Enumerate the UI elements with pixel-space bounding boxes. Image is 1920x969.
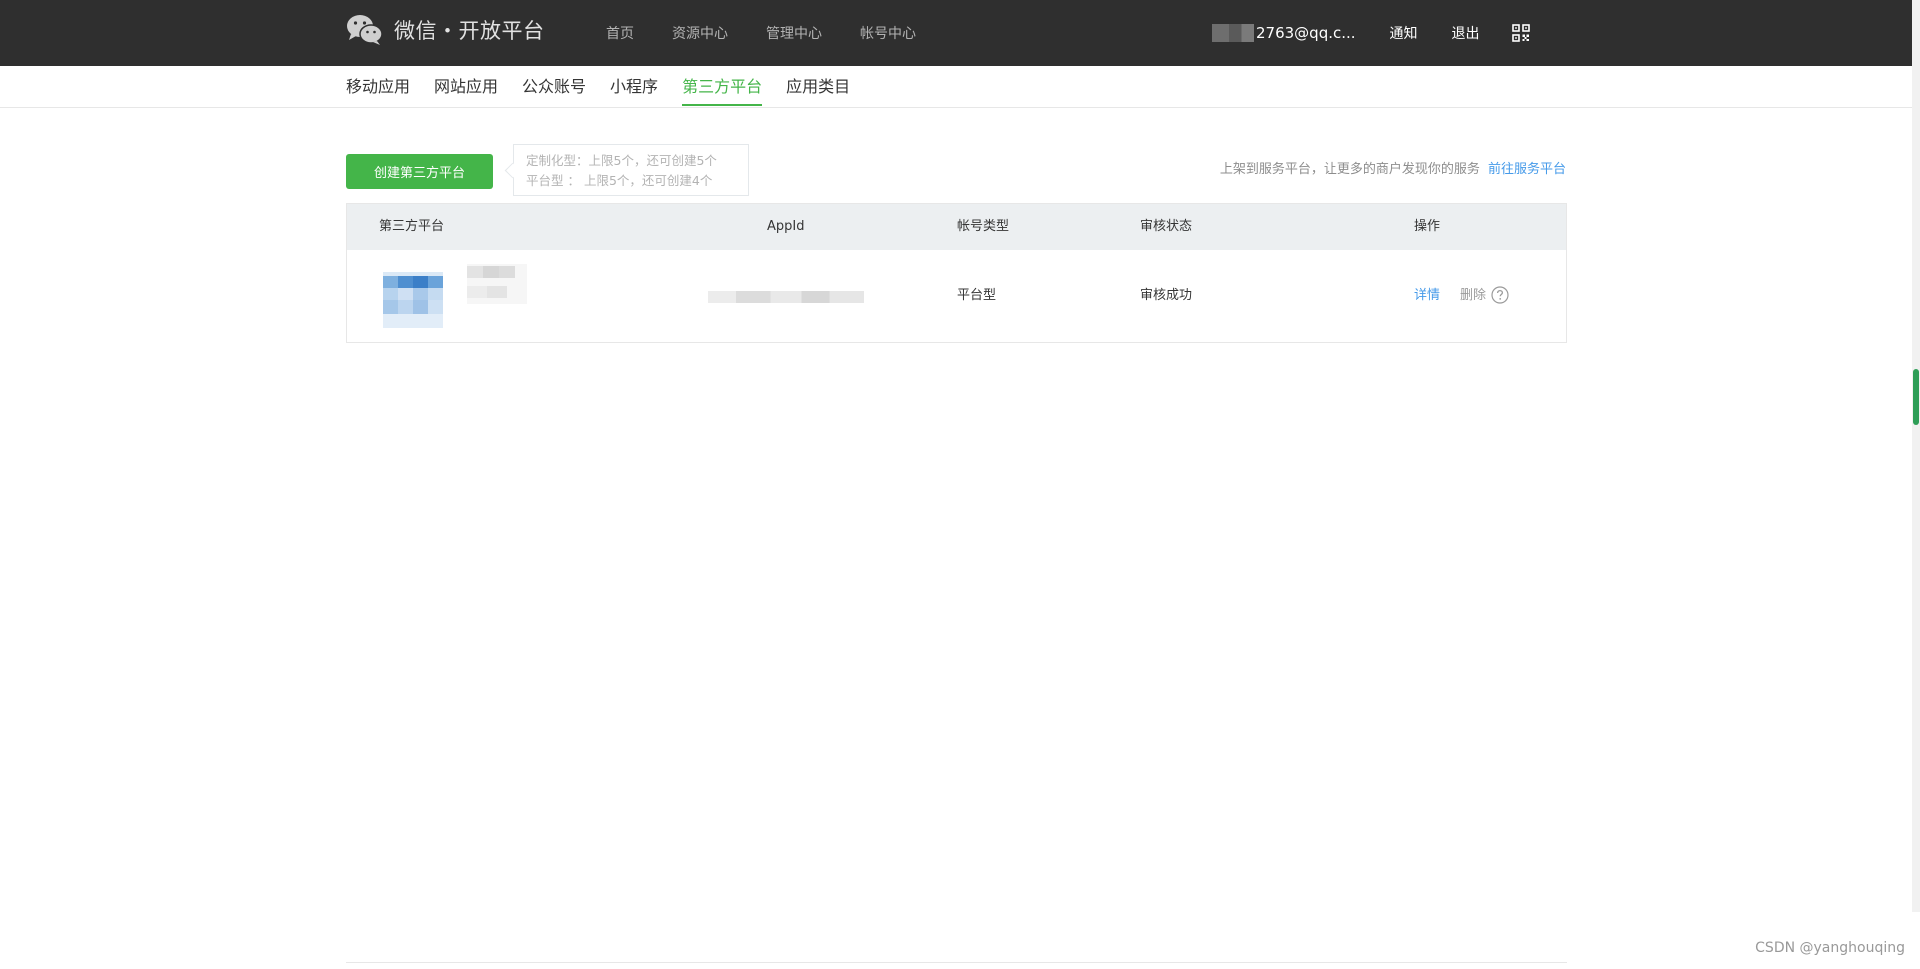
scrollbar-thumb[interactable]: [1913, 369, 1919, 425]
col-actions: 操作: [1414, 219, 1441, 234]
tab-mobile-apps[interactable]: 移动应用: [346, 66, 410, 106]
appid-redacted: [708, 291, 864, 303]
tab-website-apps[interactable]: 网站应用: [434, 66, 498, 106]
platform-table: 第三方平台 AppId 帐号类型 审核状态 操作 平台型 审核成功 详情 删除: [346, 203, 1567, 343]
nav-account-center[interactable]: 帐号中心: [860, 23, 916, 43]
account-area: 2763@qq.c... 通知 退出: [1212, 0, 1530, 66]
quota-custom-text: 定制化型：上限5个，还可创建5个: [526, 153, 717, 168]
quota-platform-text: 平台型 ： 上限5个，还可创建4个: [526, 173, 713, 188]
app-name-redacted: [467, 264, 527, 304]
logo[interactable]: 微信・开放平台: [346, 13, 545, 47]
tab-mini-programs[interactable]: 小程序: [610, 66, 658, 106]
create-third-party-platform-button[interactable]: 创建第三方平台: [346, 154, 493, 189]
nav-home[interactable]: 首页: [606, 23, 634, 43]
help-icon[interactable]: [1491, 286, 1509, 304]
delete-link[interactable]: 删除: [1460, 250, 1486, 342]
service-platform-promo: 上架到服务平台，让更多的商户发现你的服务 前往服务平台: [1220, 158, 1566, 177]
go-service-platform-link[interactable]: 前往服务平台: [1488, 162, 1566, 177]
top-bar: 微信・开放平台 首页 资源中心 管理中心 帐号中心 2763@qq.c... 通…: [0, 0, 1920, 66]
footer-divider: [346, 962, 1567, 963]
logout-link[interactable]: 退出: [1452, 23, 1480, 43]
account-email-text: 2763@qq.c...: [1256, 24, 1356, 42]
nav-resource-center[interactable]: 资源中心: [672, 23, 728, 43]
nav-management-center[interactable]: 管理中心: [766, 23, 822, 43]
table-header: 第三方平台 AppId 帐号类型 审核状态 操作: [347, 204, 1566, 250]
tab-official-accounts[interactable]: 公众账号: [522, 66, 586, 106]
col-platform: 第三方平台: [379, 219, 445, 234]
col-appid: AppId: [767, 219, 805, 234]
detail-link[interactable]: 详情: [1414, 250, 1440, 342]
qrcode-icon[interactable]: [1511, 24, 1530, 42]
wechat-logo-icon: [347, 15, 383, 45]
site-title: 微信・开放平台: [394, 19, 545, 43]
app-icon: [383, 272, 443, 328]
account-type-value: 平台型: [957, 288, 997, 303]
account-email[interactable]: 2763@qq.c...: [1212, 24, 1356, 42]
tab-third-party-platform[interactable]: 第三方平台: [682, 66, 763, 106]
email-redaction: [1212, 24, 1254, 42]
review-status-value: 审核成功: [1140, 288, 1193, 303]
top-nav: 首页 资源中心 管理中心 帐号中心: [606, 0, 954, 66]
promo-text: 上架到服务平台，让更多的商户发现你的服务: [1219, 162, 1480, 177]
col-review-status: 审核状态: [1140, 219, 1193, 234]
sub-nav: 移动应用 网站应用 公众账号 小程序 第三方平台 应用类目: [0, 66, 1920, 108]
table-row: 平台型 审核成功 详情 删除: [347, 250, 1566, 342]
col-account-type: 帐号类型: [957, 219, 1010, 234]
watermark: CSDN @yanghouqing: [1755, 940, 1905, 956]
tab-app-categories[interactable]: 应用类目: [786, 66, 850, 106]
notify-link[interactable]: 通知: [1390, 23, 1418, 43]
page-scrollbar[interactable]: [1912, 0, 1920, 912]
quota-tooltip: 定制化型：上限5个，还可创建5个 平台型 ： 上限5个，还可创建4个: [513, 144, 749, 196]
